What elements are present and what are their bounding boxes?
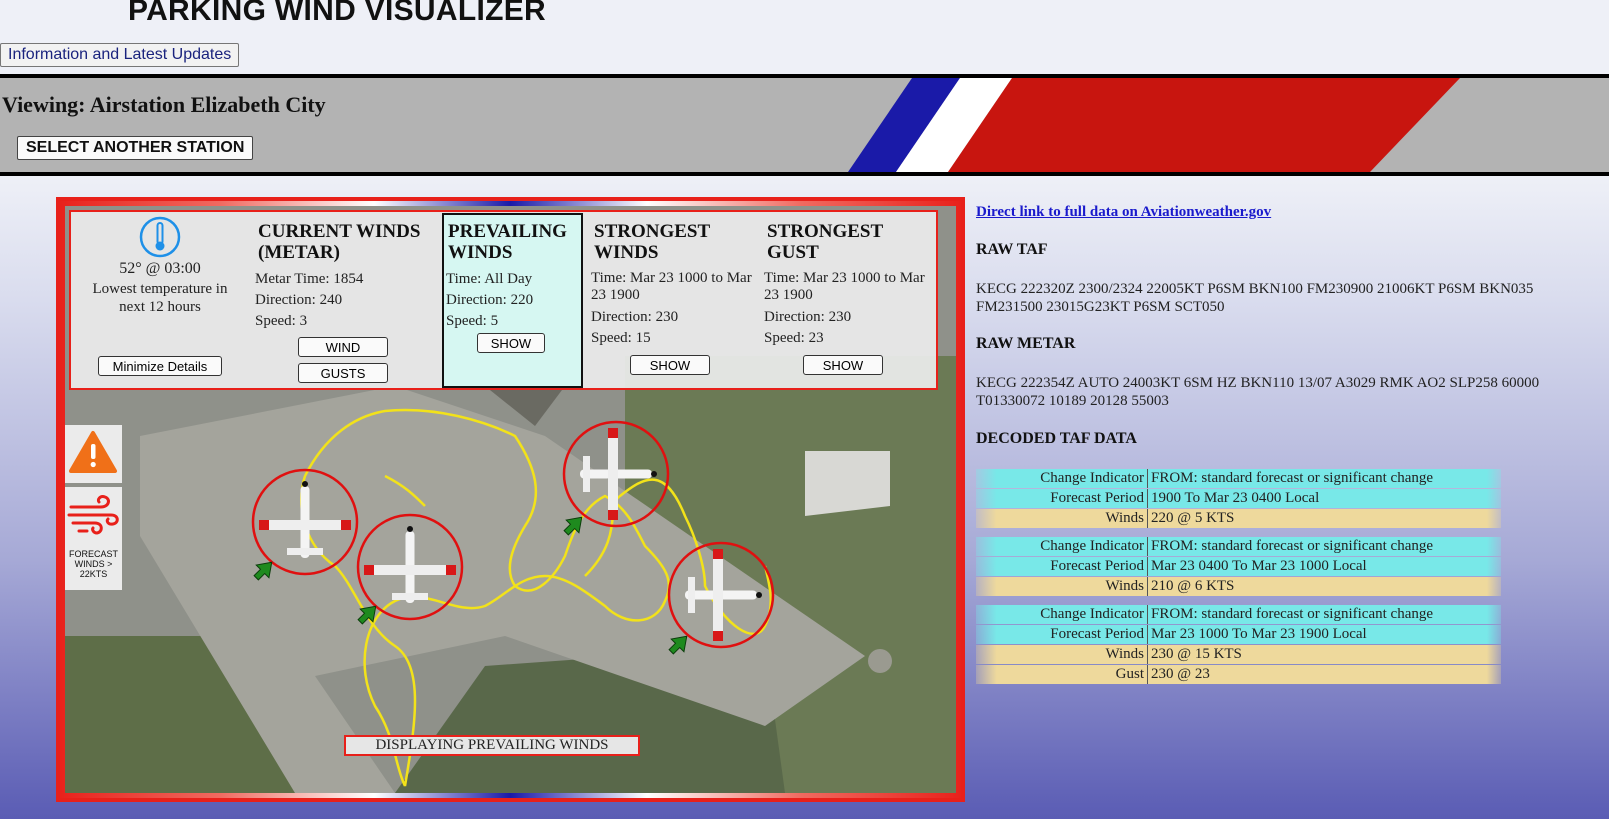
taf-row: Winds 230 @ 15 KTS [976, 645, 1501, 664]
aircraft-layer [251, 420, 775, 655]
app-title: PARKING WIND VISUALIZER [128, 0, 547, 27]
taf-row: Change Indicator FROM: standard forecast … [976, 469, 1501, 488]
taf-row: Winds 220 @ 5 KTS [976, 509, 1501, 528]
aviationweather-link[interactable]: Direct link to full data on Aviationweat… [976, 204, 1271, 221]
decoded-taf-group-2: Change Indicator FROM: standard forecast … [976, 537, 1501, 597]
aircraft-4[interactable] [667, 541, 775, 649]
wind-arrow-4 [668, 635, 688, 655]
decoded-taf-group-1: Change Indicator FROM: standard forecast … [976, 469, 1501, 529]
raw-taf-text: KECG 222320Z 2300/2324 22005KT P6SM BKN1… [976, 281, 1534, 315]
raw-metar-text: KECG 222354Z AUTO 24003KT 6SM HZ BKN110 … [976, 375, 1540, 409]
taf-row: Winds 210 @ 6 KTS [976, 577, 1501, 596]
station-banner: Viewing: Airstation Elizabeth City SELEC… [0, 74, 1609, 176]
taf-row: Forecast Period 1900 To Mar 23 0400 Local [976, 489, 1501, 508]
wind-arrow-1 [253, 561, 273, 581]
wind-arrow-2 [357, 605, 377, 625]
taf-row: Change Indicator FROM: standard forecast … [976, 605, 1501, 624]
select-station-button[interactable]: SELECT ANOTHER STATION [17, 136, 254, 160]
taf-row: Gust 230 @ 23 [976, 665, 1501, 684]
aircraft-3[interactable] [562, 420, 670, 528]
taf-row: Forecast Period Mar 23 1000 To Mar 23 190… [976, 625, 1501, 644]
raw-metar-title: RAW METAR [976, 335, 1076, 352]
taf-row: Change Indicator FROM: standard forecast … [976, 537, 1501, 556]
parking-map: 52° @ 03:00 Lowest temperature in next 1… [65, 206, 956, 793]
station-title: Viewing: Airstation Elizabeth City [2, 92, 326, 117]
aircraft-1[interactable] [251, 468, 359, 576]
info-updates-button[interactable]: Information and Latest Updates [0, 43, 240, 67]
map-frame: 52° @ 03:00 Lowest temperature in next 1… [56, 197, 965, 802]
decoded-taf-group-3: Change Indicator FROM: standard forecast … [976, 605, 1501, 685]
taf-row: Forecast Period Mar 23 0400 To Mar 23 100… [976, 557, 1501, 576]
raw-taf-title: RAW TAF [976, 241, 1048, 258]
decoded-taf-title: DECODED TAF DATA [976, 430, 1137, 447]
display-mode-label: DISPLAYING PREVAILING WINDS [344, 735, 640, 756]
aircraft-2[interactable] [356, 513, 464, 621]
